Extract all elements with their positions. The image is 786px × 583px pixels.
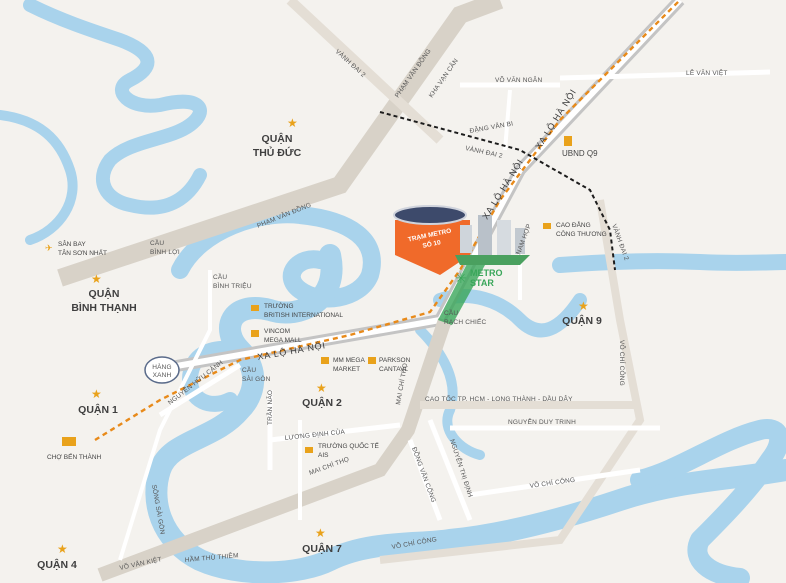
- school-icon: [305, 447, 313, 453]
- poi-parkson-l2: CANTAVL: [379, 366, 408, 373]
- shopping-icon: [321, 357, 329, 364]
- market-icon: [62, 437, 76, 446]
- district-quan-4: QUẬN 4: [37, 558, 77, 571]
- river-east: [552, 253, 786, 273]
- poi-quoc-te-l2: AIS: [318, 452, 329, 459]
- star-icon: ★: [316, 381, 327, 395]
- airplane-icon: ✈: [45, 243, 53, 253]
- bridge-binh-trieu-l2: BÌNH TRIỆU: [213, 281, 252, 290]
- poi-ubnd: UBND Q9: [562, 149, 598, 158]
- map-canvas: ★ ★ ★ ★ ★ ★ ★ ✈ QUẬN THỦ ĐỨC QUẬN BÌNH T…: [0, 0, 786, 583]
- district-quan-9: QUẬN 9: [562, 314, 602, 327]
- metro-train-icon: [393, 205, 467, 225]
- brand-metro: METRO: [470, 268, 503, 278]
- poi-british-l2: BRITISH INTERNATIONAL: [264, 312, 343, 319]
- building-icon: [564, 136, 572, 146]
- poi-cao-dang-l2: CÔNG THƯƠNG: [556, 229, 607, 238]
- road-label-vo-chi-cong-right: VÕ CHÍ CÔNG: [618, 340, 627, 386]
- metro-star-logo-icon: ✳: [455, 270, 467, 286]
- poi-cao-dang-l1: CAO ĐẲNG: [556, 220, 591, 229]
- school-icon: [543, 223, 551, 229]
- shopping-icon: [251, 330, 259, 337]
- district-quan-1: QUẬN 1: [78, 403, 118, 416]
- district-binh-thanh-l2: BÌNH THẠNH: [71, 301, 136, 314]
- star-icon: ★: [91, 387, 102, 401]
- star-icon: ★: [91, 272, 102, 286]
- district-thu-duc-l1: QUẬN: [262, 132, 293, 145]
- poi-mm-mega-l1: MM MEGA: [333, 357, 365, 364]
- star-icon: ★: [57, 542, 68, 556]
- district-quan-2: QUẬN 2: [302, 396, 342, 409]
- poi-parkson-l1: PARKSON: [379, 357, 411, 364]
- bridge-sai-gon-l2: SÀI GÒN: [242, 374, 271, 383]
- poi-mm-mega-l2: MARKET: [333, 366, 360, 373]
- shopping-icon: [368, 357, 376, 364]
- hang-xanh-l1: HÀNG: [152, 362, 172, 371]
- location-map: ★ ★ ★ ★ ★ ★ ★ ✈ QUẬN THỦ ĐỨC QUẬN BÌNH T…: [0, 0, 786, 583]
- district-thu-duc-l2: THỦ ĐỨC: [253, 146, 302, 159]
- road-label-nguyen-duy-trinh: NGUYỄN DUY TRINH: [508, 417, 576, 426]
- road-label-vo-van-ngan: VÕ VĂN NGÂN: [495, 75, 542, 84]
- poi-airport-l1: SÂN BAY: [58, 239, 86, 248]
- school-icon: [251, 305, 259, 311]
- poi-british-l1: TRƯỜNG: [264, 301, 294, 310]
- bridge-binh-loi-l2: BÌNH LỢI: [150, 247, 180, 256]
- poi-vincom-l2: MEGA MALL: [264, 337, 302, 344]
- district-binh-thanh-l1: QUẬN: [89, 287, 120, 300]
- star-icon: ★: [287, 116, 298, 130]
- star-icon: ★: [578, 299, 589, 313]
- star-icon: ★: [315, 526, 326, 540]
- road-label-le-van-viet: LÊ VĂN VIỆT: [686, 68, 728, 77]
- brand-star: STAR: [470, 278, 494, 288]
- hang-xanh-l2: XANH: [153, 372, 172, 379]
- poi-vincom-l1: VINCOM: [264, 328, 290, 335]
- district-quan-7: QUẬN 7: [302, 542, 342, 555]
